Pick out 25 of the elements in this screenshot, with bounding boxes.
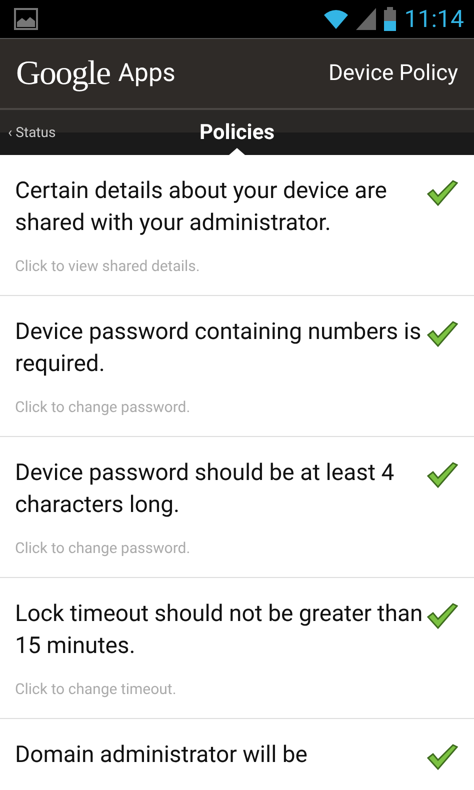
tab-indicator xyxy=(229,148,245,155)
policy-row[interactable]: Device password containing numbers is required. Click to change password. xyxy=(0,296,474,437)
tab[interactable]: ‹ Status xyxy=(2,120,62,144)
signal-icon xyxy=(356,8,376,30)
wifi-icon xyxy=(324,9,348,29)
logo-text: Google xyxy=(16,54,110,92)
policy-row[interactable]: Lock timeout should not be greater than 15 minutes. Click to change timeout. xyxy=(0,578,474,719)
clock-time: 11:14 xyxy=(404,5,464,33)
header-title: Device Policy xyxy=(328,61,458,86)
policy-row[interactable]: Certain details about your device are shared with your administrator. Click to view shared details. xyxy=(0,155,474,296)
policy-hint: Click to change password. xyxy=(15,398,192,416)
policy-title: Lock timeout should not be greater than 15 minutes. xyxy=(15,599,424,661)
policy-title: Domain administrator will be xyxy=(15,740,308,770)
battery-icon xyxy=(384,7,396,31)
tab[interactable]: Policies xyxy=(194,116,280,148)
policy-row[interactable]: Device password should be at least 4 characters long. Click to change password. xyxy=(0,437,474,578)
policy-title: Device password should be at least 4 characters long. xyxy=(15,458,396,520)
policy-hint: Click to change timeout. xyxy=(15,680,178,698)
policy-hint: Click to view shared details. xyxy=(15,257,201,275)
policy-title: Certain details about your device are shared with your administrator. xyxy=(15,176,388,238)
app-name: Apps xyxy=(118,59,176,88)
policy-row[interactable]: Domain administrator will be xyxy=(0,719,474,790)
policy-title: Device password containing numbers is required. xyxy=(15,317,422,379)
gallery-icon xyxy=(14,8,38,30)
policy-hint: Click to change password. xyxy=(15,539,192,557)
